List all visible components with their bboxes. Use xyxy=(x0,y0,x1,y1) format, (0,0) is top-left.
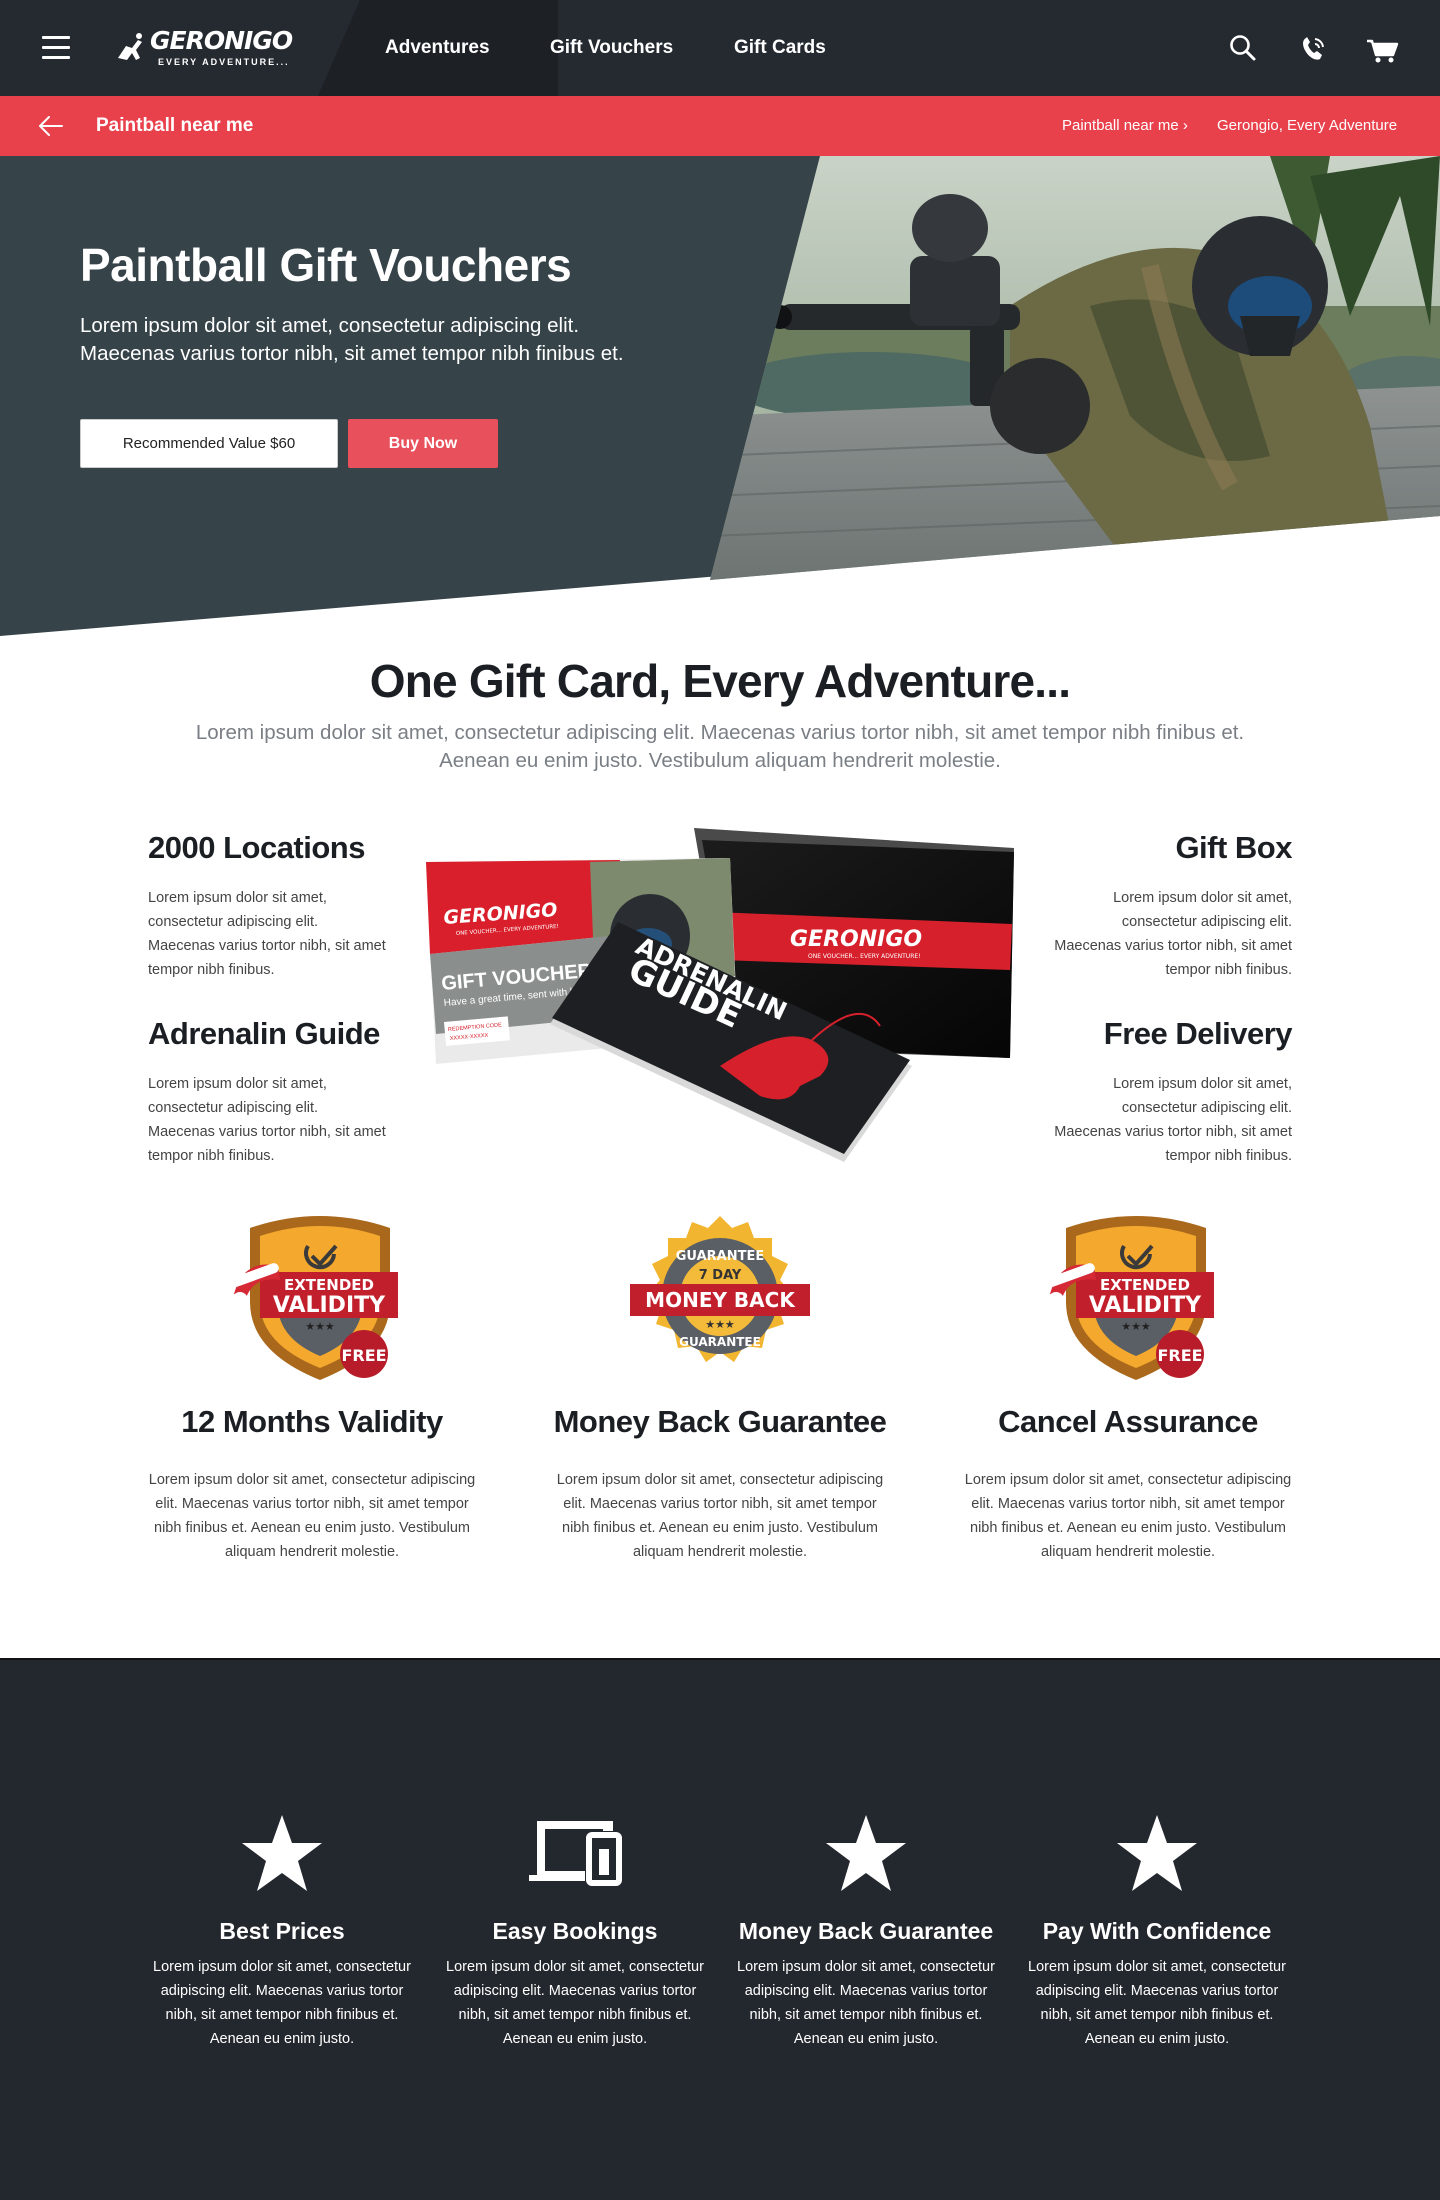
svg-text:★★★: ★★★ xyxy=(705,1319,735,1331)
phone-icon[interactable] xyxy=(1294,30,1332,68)
page-title: Paintball near me xyxy=(96,115,254,136)
benefit-text: Lorem ipsum dolor sit amet, consectetur … xyxy=(1028,1959,1286,2047)
nav-gift-cards[interactable]: Gift Cards xyxy=(734,37,826,59)
benefit-text: Lorem ipsum dolor sit amet, consectetur … xyxy=(446,1959,704,2047)
benefit-title: Best Prices xyxy=(219,1918,345,1944)
nav-gift-vouchers[interactable]: Gift Vouchers xyxy=(550,37,673,59)
cancel-assurance-badge-icon: EXTENDED VALIDITY ★★★ FREE xyxy=(1047,1216,1214,1380)
star-icon xyxy=(1117,1815,1197,1891)
extended-validity-badge-icon: EXTENDED VALIDITY ★★★ FREE xyxy=(231,1216,398,1380)
guarantee-title: Cancel Assurance xyxy=(998,1404,1258,1439)
feature-title: Free Delivery xyxy=(1103,1016,1293,1051)
badge-main: MONEY BACK xyxy=(645,1288,796,1312)
hamburger-menu-icon[interactable] xyxy=(42,36,70,60)
gift-section-subtitle: Lorem ipsum dolor sit amet, consectetur … xyxy=(195,721,1245,772)
guarantee-cancel-assurance: Cancel Assurance Lorem ipsum dolor sit a… xyxy=(958,1404,1298,1564)
badge-extra: FREE xyxy=(341,1346,386,1365)
benefit-title: Easy Bookings xyxy=(492,1918,658,1944)
feature-title: Gift Box xyxy=(1175,830,1292,865)
shopping-cart-icon[interactable] xyxy=(1364,30,1402,68)
benefit-text: Lorem ipsum dolor sit amet, consectetur … xyxy=(737,1959,995,2047)
hero-description: Lorem ipsum dolor sit amet, consectetur … xyxy=(80,314,624,365)
box-brand: GERONIGO xyxy=(790,927,922,952)
badge-top: GUARANTEE xyxy=(676,1249,764,1264)
badge-line-2: VALIDITY xyxy=(273,1293,386,1318)
badge-line-1: EXTENDED xyxy=(1100,1276,1190,1294)
breadcrumb-link-home[interactable]: Gerongio, Every Adventure xyxy=(1217,117,1397,134)
breadcrumb-bar: Paintball near me Paintball near me › Ge… xyxy=(0,96,1440,156)
benefit-title: Pay With Confidence xyxy=(1042,1918,1272,1944)
guarantee-validity: 12 Months Validity Lorem ipsum dolor sit… xyxy=(142,1404,482,1564)
feature-text: Lorem ipsum dolor sit amet, consectetur … xyxy=(1054,1076,1292,1164)
devices-icon xyxy=(529,1821,622,1886)
logo-wordmark: GERONIGO xyxy=(150,26,293,55)
guarantee-money-back: Money Back Guarantee Lorem ipsum dolor s… xyxy=(550,1404,890,1564)
hero-paintball-photo xyxy=(710,156,1440,580)
benefit-best-prices: Best Prices Lorem ipsum dolor sit amet, … xyxy=(144,1808,420,2051)
feature-title: 2000 Locations xyxy=(148,830,365,865)
benefit-easy-bookings: Easy Bookings Lorem ipsum dolor sit amet… xyxy=(437,1808,713,2051)
box-tagline: ONE VOUCHER... EVERY ADVENTURE! xyxy=(808,953,921,960)
badge-extra: FREE xyxy=(1157,1346,1202,1365)
feature-locations: 2000 Locations Lorem ipsum dolor sit ame… xyxy=(148,830,388,982)
guarantee-text: Lorem ipsum dolor sit amet, consectetur … xyxy=(556,1472,884,1560)
logo-tagline: EVERY ADVENTURE... xyxy=(158,57,290,67)
feature-adrenalin-guide: Adrenalin Guide Lorem ipsum dolor sit am… xyxy=(148,1016,388,1168)
money-back-guarantee-badge-icon: GUARANTEE 7 DAY MONEY BACK ★★★ GUARANTEE xyxy=(630,1216,810,1362)
feature-text: Lorem ipsum dolor sit amet, consectetur … xyxy=(1054,890,1292,978)
feature-text: Lorem ipsum dolor sit amet, consectetur … xyxy=(148,890,386,978)
guarantee-text: Lorem ipsum dolor sit amet, consectetur … xyxy=(148,1472,476,1560)
star-icon xyxy=(826,1815,906,1891)
gift-box-product-image: GERONIGO ONE VOUCHER... EVERY ADVENTURE!… xyxy=(426,828,1014,1162)
feature-gift-box: Gift Box Lorem ipsum dolor sit amet, con… xyxy=(1052,830,1292,982)
search-icon[interactable] xyxy=(1224,30,1262,68)
svg-text:★★★: ★★★ xyxy=(305,1321,335,1333)
feature-text: Lorem ipsum dolor sit amet, consectetur … xyxy=(148,1076,386,1164)
badge-line-2: VALIDITY xyxy=(1089,1293,1202,1318)
feature-free-delivery: Free Delivery Lorem ipsum dolor sit amet… xyxy=(1052,1016,1292,1168)
svg-text:★★★: ★★★ xyxy=(1121,1321,1151,1333)
nav-adventures[interactable]: Adventures xyxy=(385,37,490,59)
feature-title: Adrenalin Guide xyxy=(148,1016,380,1051)
benefit-title: Money Back Guarantee xyxy=(738,1918,994,1944)
guarantee-text: Lorem ipsum dolor sit amet, consectetur … xyxy=(964,1472,1292,1560)
hero-title: Paintball Gift Vouchers xyxy=(80,239,572,291)
recommended-value-button[interactable]: Recommended Value $60 xyxy=(80,419,338,468)
paintball-player-logo-icon xyxy=(118,33,142,60)
benefit-money-back: Money Back Guarantee Lorem ipsum dolor s… xyxy=(728,1808,1004,2051)
back-arrow-icon[interactable] xyxy=(36,112,66,140)
badge-line-1: EXTENDED xyxy=(284,1276,374,1294)
breadcrumb-link-paintball[interactable]: Paintball near me › xyxy=(1062,117,1188,134)
buy-now-button[interactable]: Buy Now xyxy=(348,419,498,468)
benefit-pay-confidence: Pay With Confidence Lorem ipsum dolor si… xyxy=(1019,1808,1295,2051)
guarantee-title: Money Back Guarantee xyxy=(553,1404,887,1439)
gift-section-title: One Gift Card, Every Adventure... xyxy=(369,655,1071,707)
benefit-text: Lorem ipsum dolor sit amet, consectetur … xyxy=(153,1959,411,2047)
geronigo-logo[interactable]: GERONIGO EVERY ADVENTURE... xyxy=(110,16,300,76)
guarantee-title: 12 Months Validity xyxy=(181,1404,443,1439)
top-navigation-bar: GERONIGO EVERY ADVENTURE... Adventures G… xyxy=(0,0,1440,96)
badge-bottom: GUARANTEE xyxy=(679,1335,761,1349)
star-icon xyxy=(242,1815,322,1891)
badge-days: 7 DAY xyxy=(699,1268,742,1283)
